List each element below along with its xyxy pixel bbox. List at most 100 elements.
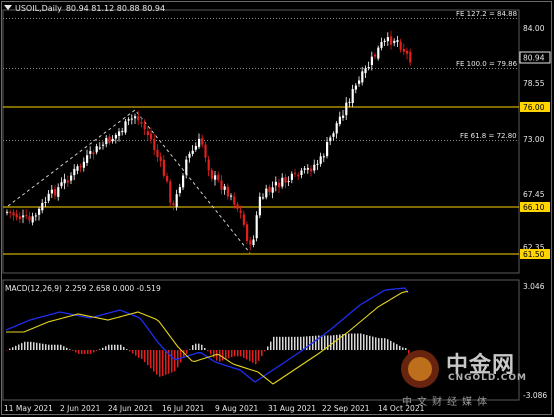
candle-body bbox=[169, 181, 172, 203]
candle-body bbox=[95, 146, 98, 153]
chevron-down-icon[interactable] bbox=[4, 5, 12, 10]
histogram-bar bbox=[36, 342, 38, 350]
histogram-bar bbox=[72, 350, 74, 351]
candle-body bbox=[92, 152, 95, 155]
candle-body bbox=[335, 123, 338, 134]
histogram-bar bbox=[282, 336, 284, 350]
candle-body bbox=[265, 188, 268, 198]
fib-expansion-lines[interactable] bbox=[7, 109, 251, 254]
candle-body bbox=[47, 193, 50, 201]
candle-body bbox=[146, 131, 149, 136]
histogram-bar bbox=[24, 341, 26, 350]
histogram-bar bbox=[375, 337, 377, 350]
histogram-bar bbox=[171, 350, 173, 373]
histogram-bar bbox=[231, 350, 233, 358]
candle-body bbox=[326, 142, 329, 157]
candle-body bbox=[338, 116, 341, 125]
level-label: 76.00 bbox=[523, 103, 545, 112]
histogram-bar bbox=[63, 346, 65, 350]
histogram-bar bbox=[294, 336, 296, 350]
histogram-bar bbox=[45, 344, 47, 350]
histogram-bar bbox=[123, 346, 125, 350]
candle-body bbox=[102, 144, 105, 146]
histogram-bar bbox=[105, 346, 107, 350]
candle-body bbox=[271, 187, 274, 193]
histogram-bar bbox=[57, 344, 59, 350]
time-tick: 16 Jul 2021 bbox=[162, 404, 205, 413]
histogram-bar bbox=[249, 350, 251, 362]
histogram-bar bbox=[393, 342, 395, 350]
histogram-bar bbox=[138, 350, 140, 358]
candle-body bbox=[322, 156, 325, 158]
candle-body bbox=[98, 147, 101, 149]
histogram-bar bbox=[240, 350, 242, 357]
histogram-bar bbox=[372, 336, 374, 350]
candle-body bbox=[63, 179, 66, 184]
histogram-bar bbox=[15, 345, 17, 350]
macd-label: MACD(12,26,9) bbox=[5, 284, 62, 293]
candle-body bbox=[361, 71, 364, 83]
histogram-bar bbox=[291, 336, 293, 350]
macd-indicator-title[interactable]: MACD(12,26,9) 2.259 2.658 0.000 -0.519 bbox=[5, 284, 164, 293]
candle-body bbox=[44, 201, 47, 203]
candle-body bbox=[252, 239, 255, 246]
candle-body bbox=[294, 172, 297, 174]
histogram-bar bbox=[228, 350, 230, 359]
candle-body bbox=[290, 173, 293, 180]
histogram-bar bbox=[189, 349, 191, 350]
candle-body bbox=[185, 159, 188, 175]
histogram-bar bbox=[111, 344, 113, 350]
candle-body bbox=[57, 187, 60, 197]
histogram-bar bbox=[201, 344, 203, 350]
histogram-bar bbox=[387, 339, 389, 350]
candle-body bbox=[300, 170, 303, 175]
histogram-bar bbox=[378, 338, 380, 350]
candle-body bbox=[348, 101, 351, 103]
histogram-bar bbox=[288, 336, 290, 350]
symbol-label: USOIL,Daily bbox=[15, 4, 62, 13]
candle-body bbox=[262, 197, 265, 199]
macd-line bbox=[5, 287, 409, 383]
candle-body bbox=[79, 166, 82, 168]
histogram-bar bbox=[162, 350, 164, 376]
time-tick: 11 May 2021 bbox=[4, 404, 53, 413]
histogram-bar bbox=[60, 344, 62, 350]
histogram-bar bbox=[39, 343, 41, 350]
candle-body bbox=[223, 186, 226, 190]
fib-label-618: FE 61.8 = 72.80 bbox=[460, 132, 517, 140]
histogram-bar bbox=[147, 350, 149, 366]
candle-body bbox=[358, 80, 361, 84]
candle-body bbox=[28, 216, 31, 221]
price-tick: 67.45 bbox=[523, 190, 545, 199]
candle-body bbox=[332, 133, 335, 137]
candle-body bbox=[399, 41, 402, 50]
candle-body bbox=[153, 138, 156, 151]
candle-body bbox=[175, 194, 178, 207]
histogram-bar bbox=[408, 350, 410, 354]
candle-body bbox=[54, 188, 57, 196]
histogram-bar bbox=[108, 344, 110, 350]
histogram-bar bbox=[252, 350, 254, 363]
histogram-bar bbox=[99, 349, 101, 350]
current-price-label: 80.94 bbox=[523, 54, 545, 63]
histogram-bar bbox=[159, 350, 161, 377]
candle-body bbox=[306, 168, 309, 170]
histogram-bar bbox=[279, 336, 281, 350]
candle-body bbox=[351, 89, 354, 104]
candle-body bbox=[242, 214, 245, 225]
histogram-bar bbox=[321, 335, 323, 350]
histogram-bar bbox=[255, 350, 257, 365]
candle-body bbox=[156, 149, 159, 158]
candle-body bbox=[287, 180, 290, 182]
histogram-bar bbox=[81, 350, 83, 354]
histogram-bar bbox=[156, 350, 158, 375]
macd-histogram bbox=[6, 333, 410, 377]
candle-body bbox=[383, 40, 386, 42]
macd-signal-line bbox=[6, 290, 409, 385]
candle-body bbox=[249, 240, 252, 245]
histogram-bar bbox=[243, 350, 245, 358]
trading-chart-window[interactable]: FE 127.2 = 84.88 FE 100.0 = 79.86 FE 61.… bbox=[0, 0, 554, 417]
macd-axis-bottom: -3.086 bbox=[523, 391, 547, 400]
candle-body bbox=[12, 212, 15, 216]
candle-body bbox=[354, 85, 357, 90]
